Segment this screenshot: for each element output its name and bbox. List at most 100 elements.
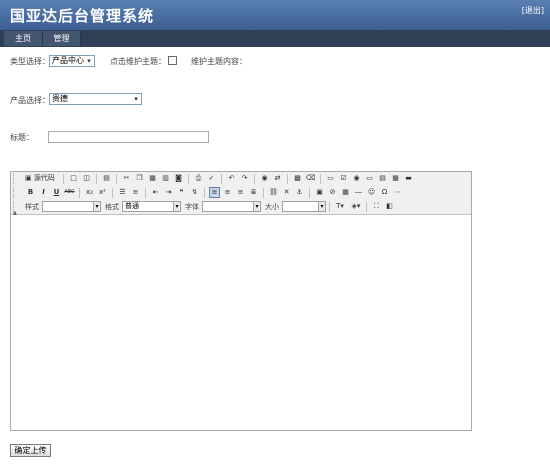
font-select[interactable]: ▾ <box>202 201 261 212</box>
div-container-icon[interactable]: ↯ <box>189 187 200 198</box>
select-all-icon[interactable]: ▩ <box>292 173 303 184</box>
toolbar-separator <box>63 174 64 184</box>
nav-tab-home[interactable]: 主页 <box>4 31 43 46</box>
submit-button[interactable]: 确定上传 <box>10 444 51 457</box>
app-title: 国亚达后台管理系统 <box>10 7 155 25</box>
type-select-value: 产品中心 <box>52 56 84 65</box>
chevron-down-icon: ▾ <box>134 95 138 103</box>
chevron-down-icon: ▾ <box>253 202 260 211</box>
style-label: 样式 <box>25 203 39 211</box>
bold-button[interactable]: B <box>25 187 36 198</box>
link-icon[interactable]: ⛓ <box>268 187 279 198</box>
find-icon[interactable]: ◉ <box>259 173 270 184</box>
style-select[interactable]: ▾ <box>42 201 101 212</box>
indent-icon[interactable]: ⇥ <box>163 187 174 198</box>
unlink-icon[interactable]: ✕ <box>281 187 292 198</box>
title-input[interactable] <box>48 131 209 143</box>
smiley-icon[interactable]: ☺ <box>366 187 377 198</box>
toolbar-separator <box>96 174 97 184</box>
align-center-icon[interactable]: ≡ <box>222 187 233 198</box>
toolbar-grip[interactable] <box>13 187 16 198</box>
product-label: 产品选择： <box>10 96 50 105</box>
paste-icon[interactable]: ▦ <box>147 173 158 184</box>
align-right-icon[interactable]: ≡ <box>235 187 246 198</box>
maintain-checkbox[interactable] <box>168 56 177 65</box>
toolbar-separator <box>254 174 255 184</box>
anchor-icon[interactable]: ⚓ <box>294 187 305 198</box>
blockquote-icon[interactable]: ❝ <box>176 187 187 198</box>
align-justify-icon[interactable]: ≣ <box>248 187 259 198</box>
editor-content-area[interactable] <box>11 216 471 430</box>
italic-button[interactable]: I <box>38 187 49 198</box>
preview-icon[interactable]: ◫ <box>81 173 92 184</box>
horizontal-rule-icon[interactable]: ― <box>353 187 364 198</box>
toolbar-separator <box>79 188 80 198</box>
toolbar-separator <box>188 174 189 184</box>
toolbar-separator <box>112 188 113 198</box>
size-select[interactable]: ▾ <box>282 201 326 212</box>
chevron-down-icon: ▾ <box>318 202 325 211</box>
toolbar-separator <box>329 202 330 212</box>
show-blocks-icon[interactable]: ◧ <box>384 201 395 212</box>
toolbar-separator <box>145 188 146 198</box>
nav-tab-manage[interactable]: 管理 <box>43 31 81 46</box>
format-select[interactable]: 普通 ▾ <box>122 201 181 212</box>
maintain-content-label: 维护主题内容： <box>191 57 247 66</box>
toolbar-separator <box>320 174 321 184</box>
align-left-icon[interactable]: ≡ <box>209 187 220 198</box>
select-field-icon[interactable]: ▦ <box>390 173 401 184</box>
remove-format-icon[interactable]: ⌫ <box>305 173 316 184</box>
table-icon[interactable]: ▦ <box>340 187 351 198</box>
spellcheck-icon[interactable]: ✓ <box>206 173 217 184</box>
toolbar-separator <box>263 188 264 198</box>
checkbox-icon[interactable]: ☑ <box>338 173 349 184</box>
paste-word-icon[interactable]: ◙ <box>173 173 184 184</box>
print-icon[interactable]: ⎙ <box>193 173 204 184</box>
button-field-icon[interactable]: ▬ <box>403 173 414 184</box>
image-icon[interactable]: ▣ <box>314 187 325 198</box>
unordered-list-icon[interactable]: ≡ <box>130 187 141 198</box>
type-select[interactable]: 产品中心 ▾ <box>49 55 95 67</box>
toolbar-separator <box>287 174 288 184</box>
toolbar-grip[interactable] <box>13 173 16 184</box>
background-color-icon[interactable]: ◈▾ <box>349 201 363 212</box>
logout-bracket-close: ] <box>540 6 544 15</box>
ordered-list-icon[interactable]: ☰ <box>117 187 128 198</box>
flash-icon[interactable]: ⊘ <box>327 187 338 198</box>
new-page-icon[interactable]: □ <box>68 173 79 184</box>
strikethrough-button[interactable]: ABC <box>64 187 75 198</box>
special-char-icon[interactable]: Ω <box>379 187 390 198</box>
editor-toolbar: ▲ ▣ 源代码 □ ◫ ▤ ✂ ❐ ▦ ▥ ◙ ⎙ ✓ ↶ ↷ ◉ ⇄ ▩ ⌫ <box>11 172 471 216</box>
underline-button[interactable]: U <box>51 187 62 198</box>
type-label: 类型选择： <box>10 57 50 66</box>
chevron-down-icon: ▾ <box>87 57 91 65</box>
replace-icon[interactable]: ⇄ <box>272 173 283 184</box>
undo-icon[interactable]: ↶ <box>226 173 237 184</box>
toolbar-separator <box>309 188 310 198</box>
paste-text-icon[interactable]: ▥ <box>160 173 171 184</box>
app-header: 国亚达后台管理系统 [退出] <box>0 0 550 30</box>
toolbar-separator <box>221 174 222 184</box>
outdent-icon[interactable]: ⇤ <box>150 187 161 198</box>
textarea-icon[interactable]: ▤ <box>377 173 388 184</box>
text-color-icon[interactable]: T▾ <box>333 201 347 212</box>
cut-icon[interactable]: ✂ <box>121 173 132 184</box>
form-icon[interactable]: ▭ <box>325 173 336 184</box>
text-field-icon[interactable]: ▭ <box>364 173 375 184</box>
redo-icon[interactable]: ↷ <box>239 173 250 184</box>
page-break-icon[interactable]: ⋯ <box>392 187 403 198</box>
product-select[interactable]: 贵德 ▾ <box>49 93 142 105</box>
toolbar-separator <box>116 174 117 184</box>
superscript-button[interactable]: x² <box>97 187 108 198</box>
radio-icon[interactable]: ◉ <box>351 173 362 184</box>
logout-label: 退出 <box>524 6 541 15</box>
logout-link[interactable]: [退出] <box>522 5 544 16</box>
maximize-icon[interactable]: ⛶ <box>371 201 382 212</box>
chevron-down-icon: ▾ <box>173 202 180 211</box>
source-button[interactable]: ▣ 源代码 <box>25 173 55 184</box>
templates-icon[interactable]: ▤ <box>101 173 112 184</box>
copy-icon[interactable]: ❐ <box>134 173 145 184</box>
toolbar-separator <box>366 202 367 212</box>
size-label: 大小 <box>265 203 279 211</box>
subscript-button[interactable]: x₂ <box>84 187 95 198</box>
